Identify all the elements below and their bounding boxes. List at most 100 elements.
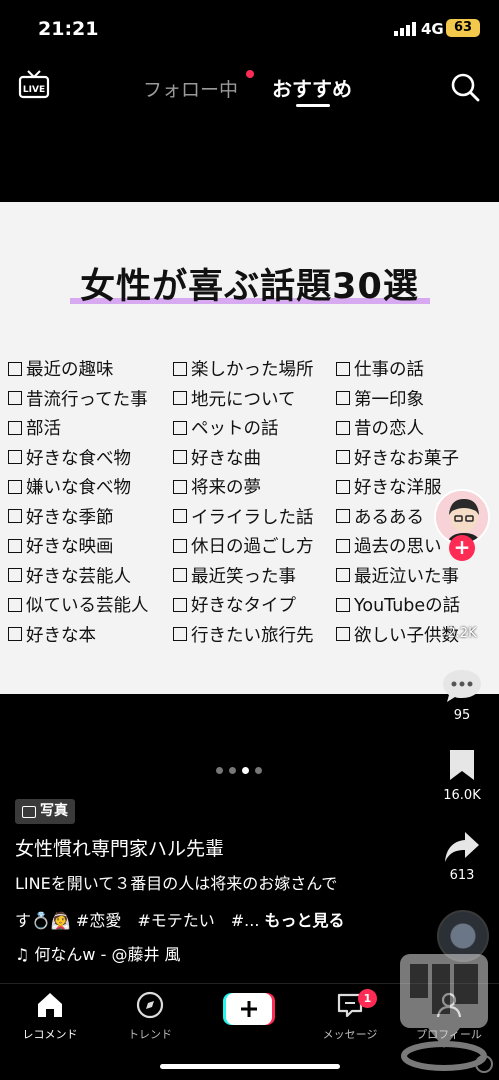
topic-item: 昔の恋人 <box>336 413 460 443</box>
message-badge: 1 <box>358 989 377 1008</box>
topic-item: 将来の夢 <box>173 472 314 502</box>
bookmark-icon[interactable] <box>448 748 476 782</box>
follow-button[interactable]: + <box>449 535 475 561</box>
card-title: 女性が喜ぶ話題30選 <box>80 267 419 307</box>
status-bar: 21:21 4G 63 <box>0 0 499 56</box>
topic-item: 最近笑った事 <box>173 561 314 591</box>
topic-item: 嫌いな食べ物 <box>8 472 149 502</box>
checkbox-icon <box>173 479 187 494</box>
compass-icon <box>136 991 164 1019</box>
nav-messages[interactable]: 1 メッセージ <box>305 989 395 1042</box>
page-dot <box>255 767 262 774</box>
topic-item: 楽しかった場所 <box>173 354 314 384</box>
author-name[interactable]: 女性慣れ専門家ハル先輩 <box>15 834 224 861</box>
checkbox-icon <box>336 361 350 376</box>
watermark-logo-icon <box>400 954 493 1073</box>
checkbox-icon <box>8 627 22 642</box>
svg-text:LIVE: LIVE <box>23 85 45 95</box>
topic-item: 第一印象 <box>336 384 460 414</box>
checkbox-icon <box>8 568 22 583</box>
caption-line-2: す💍👰 #恋愛 #モテたい #... もっと見る <box>15 911 345 930</box>
topic-item: ペットの話 <box>173 413 314 443</box>
topic-item: 行きたい旅行先 <box>173 620 314 650</box>
comment-icon[interactable] <box>441 668 483 704</box>
battery-level: 63 <box>446 19 480 37</box>
checkbox-icon <box>336 568 350 583</box>
like-count: 2.2K <box>447 626 477 641</box>
network-type: 4G <box>421 20 444 38</box>
topic-column-1: 最近の趣味 昔流行ってた事 部活 好きな食べ物 嫌いな食べ物 好きな季節 好きな… <box>8 354 149 649</box>
topic-item: 休日の過ごし方 <box>173 531 314 561</box>
checkbox-icon <box>336 420 350 435</box>
page-dot <box>216 767 223 774</box>
checkbox-icon <box>8 597 22 612</box>
checkbox-icon <box>173 361 187 376</box>
search-icon[interactable] <box>450 72 480 102</box>
nav-home[interactable]: レコメンド <box>5 990 95 1042</box>
photo-badge: 写真 <box>15 799 75 824</box>
topic-item: 好きな芸能人 <box>8 561 149 591</box>
cellular-signal-icon <box>394 22 416 36</box>
checkbox-icon <box>8 538 22 553</box>
topic-item: 好きな映画 <box>8 531 149 561</box>
topic-item: YouTubeの話 <box>336 590 460 620</box>
live-icon[interactable]: LIVE <box>18 70 50 100</box>
checkbox-icon <box>336 479 350 494</box>
topic-item: 好きな季節 <box>8 502 149 532</box>
checkbox-icon <box>173 509 187 524</box>
checkbox-icon <box>8 479 22 494</box>
music-info[interactable]: ♫ 何なんw - @藤井 風 <box>15 941 181 965</box>
active-tab-indicator <box>296 104 330 107</box>
photo-card[interactable]: 女性が喜ぶ話題30選 最近の趣味 昔流行ってた事 部活 好きな食べ物 嫌いな食べ… <box>0 202 499 694</box>
checkbox-icon <box>8 509 22 524</box>
photo-pagination <box>216 767 262 774</box>
home-indicator <box>160 1064 340 1069</box>
checkbox-icon <box>336 538 350 553</box>
tab-for-you[interactable]: おすすめ <box>272 73 352 102</box>
top-nav: LIVE フォロー中 おすすめ <box>0 60 499 114</box>
checkbox-icon <box>336 627 350 642</box>
home-icon <box>38 993 62 1017</box>
page-dot-active <box>242 767 249 774</box>
notification-dot <box>246 70 254 78</box>
checkbox-icon <box>173 568 187 583</box>
topic-item: 地元について <box>173 384 314 414</box>
topic-item: 好きな食べ物 <box>8 443 149 473</box>
checkbox-icon <box>8 450 22 465</box>
checkbox-icon <box>173 450 187 465</box>
checkbox-icon <box>173 597 187 612</box>
checkbox-icon <box>336 391 350 406</box>
checkbox-icon <box>336 450 350 465</box>
nav-trend[interactable]: トレンド <box>105 990 195 1042</box>
photo-icon <box>22 805 36 818</box>
topic-item: 部活 <box>8 413 149 443</box>
topic-item: 好きな曲 <box>173 443 314 473</box>
checkbox-icon <box>336 509 350 524</box>
comment-count: 95 <box>453 708 471 723</box>
checkbox-icon <box>336 597 350 612</box>
status-time: 21:21 <box>38 18 99 40</box>
checkbox-icon <box>8 420 22 435</box>
topic-item: 好きな本 <box>8 620 149 650</box>
topic-item: 最近泣いた事 <box>336 561 460 591</box>
topic-item: 好きなお菓子 <box>336 443 460 473</box>
share-count: 613 <box>449 868 475 883</box>
topic-item: 好きなタイプ <box>173 590 314 620</box>
page-dot <box>229 767 236 774</box>
see-more-link[interactable]: もっと見る <box>265 911 345 930</box>
bookmark-count: 16.0K <box>443 788 481 803</box>
create-button[interactable] <box>223 993 275 1025</box>
checkbox-icon <box>173 627 187 642</box>
topic-item: 仕事の話 <box>336 354 460 384</box>
checkbox-icon <box>173 420 187 435</box>
checkbox-icon <box>173 538 187 553</box>
checkbox-icon <box>8 391 22 406</box>
topic-item: イライラした話 <box>173 502 314 532</box>
caption-line-1: LINEを開いて３番目の人は将来のお嫁さんで <box>15 874 338 893</box>
topic-item: 最近の趣味 <box>8 354 149 384</box>
tab-following[interactable]: フォロー中 <box>143 75 238 102</box>
topic-column-2: 楽しかった場所 地元について ペットの話 好きな曲 将来の夢 イライラした話 休… <box>173 354 314 649</box>
share-icon[interactable] <box>443 830 481 864</box>
topic-item: 似ている芸能人 <box>8 590 149 620</box>
checkbox-icon <box>8 361 22 376</box>
